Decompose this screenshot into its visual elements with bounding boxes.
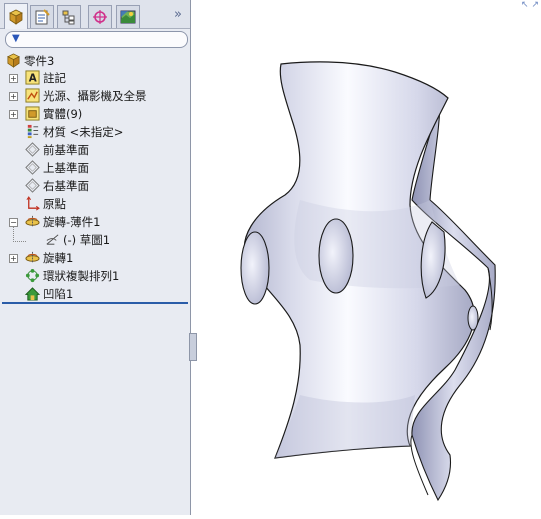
- expand-tabs-chevron-icon[interactable]: »: [174, 7, 182, 22]
- tree-item-label: 凹陷1: [43, 286, 74, 301]
- tree-item-right-plane[interactable]: 右基準面: [24, 177, 89, 194]
- tree-item-label: 原點: [43, 196, 66, 211]
- expand-toggle[interactable]: +: [9, 110, 18, 119]
- tree-item-circular-pattern[interactable]: 環狀複製排列1: [24, 267, 119, 284]
- part-icon: [5, 53, 21, 68]
- solid-bodies-icon: [24, 106, 40, 121]
- expand-toggle[interactable]: +: [9, 92, 18, 101]
- tree-connector: [13, 226, 26, 242]
- tree-item-origin[interactable]: 原點: [24, 195, 66, 212]
- tab-propertymanager[interactable]: [30, 5, 54, 28]
- tree-item-label: 右基準面: [43, 178, 89, 193]
- tree-item-label: 光源、攝影機及全景: [43, 88, 147, 103]
- indent-icon: [24, 286, 40, 301]
- tree-item-label: 旋轉-薄件1: [43, 214, 101, 229]
- plane-icon: [24, 178, 40, 193]
- twisted-vase-model[interactable]: [195, 0, 541, 515]
- tab-configurationmanager[interactable]: [57, 5, 81, 28]
- tree-item-label: 前基準面: [43, 142, 89, 157]
- tree-item-revolve[interactable]: 旋轉1: [24, 249, 73, 266]
- tree-item-top-plane[interactable]: 上基準面: [24, 159, 89, 176]
- revolve-thin-icon: [24, 214, 40, 229]
- filter-icon: ▼: [12, 33, 20, 44]
- feature-filter-input[interactable]: ▼: [5, 31, 188, 48]
- tree-item-label: 環狀複製排列1: [43, 268, 120, 283]
- display-manager-icon: [120, 10, 136, 24]
- tree-item-label: 註記: [43, 70, 66, 85]
- tree-item-lights-cameras[interactable]: 光源、攝影機及全景: [24, 87, 147, 104]
- lights-cameras-icon: [24, 88, 40, 103]
- tree-item-indent[interactable]: 凹陷1: [24, 285, 73, 302]
- tree-item-label: 上基準面: [43, 160, 89, 175]
- dimxpert-icon: [93, 10, 107, 24]
- rollback-bar[interactable]: [2, 302, 188, 304]
- configurationmanager-icon: [62, 10, 75, 25]
- svg-text:A: A: [28, 72, 36, 84]
- plane-icon: [24, 160, 40, 175]
- tree-root[interactable]: 零件3: [5, 52, 54, 69]
- featuremanager-icon: [9, 9, 23, 25]
- plane-icon: [24, 142, 40, 157]
- tree-item-label: 旋轉1: [43, 250, 74, 265]
- tree-root-label: 零件3: [24, 53, 55, 68]
- tree-item-revolve-thin[interactable]: 旋轉-薄件1: [24, 213, 100, 230]
- tree-item-solid-bodies[interactable]: 實體(9): [24, 105, 82, 122]
- expand-toggle[interactable]: +: [9, 254, 18, 263]
- tree-item-front-plane[interactable]: 前基準面: [24, 141, 89, 158]
- tree-item-label: (-) 草圖1: [63, 232, 111, 247]
- tree-item-label: 材質 <未指定>: [43, 124, 124, 139]
- annotations-icon: A: [24, 70, 40, 85]
- expand-toggle[interactable]: +: [9, 74, 18, 83]
- tab-featuremanager[interactable]: [4, 3, 28, 29]
- origin-icon: [24, 196, 40, 211]
- manager-tabs: »: [0, 0, 190, 29]
- propertymanager-icon: [35, 9, 50, 25]
- graphics-viewport[interactable]: [195, 0, 541, 515]
- sketch-icon: [44, 232, 60, 247]
- tree-item-sketch[interactable]: (-) 草圖1: [44, 231, 110, 248]
- tab-dimxpert[interactable]: [88, 5, 112, 28]
- tree-item-annotations[interactable]: A 註記: [24, 69, 66, 86]
- tree-item-label: 實體(9): [43, 106, 83, 121]
- revolve-icon: [24, 250, 40, 265]
- featuremanager-panel: » ▼ 零件3 + A 註記 + 光源、攝影機及全景 + 實體(9) 材質 <未…: [0, 0, 191, 515]
- circular-pattern-icon: [24, 268, 40, 283]
- tab-display-manager[interactable]: [116, 5, 140, 28]
- tree-item-material[interactable]: 材質 <未指定>: [24, 123, 123, 140]
- material-icon: [24, 124, 40, 139]
